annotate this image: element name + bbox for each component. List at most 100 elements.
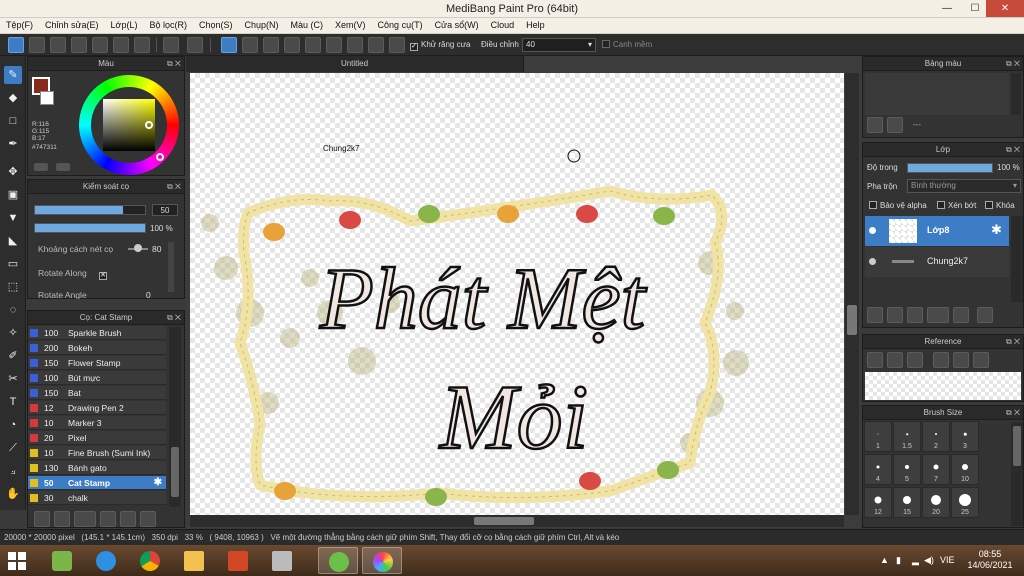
menu-help[interactable]: Help: [520, 18, 551, 33]
snap-off-icon[interactable]: [221, 37, 237, 53]
move-tool-icon[interactable]: ✥: [4, 163, 22, 181]
color-picker-handle[interactable]: [145, 121, 153, 129]
vanish-snap-icon[interactable]: [284, 37, 300, 53]
folder-app[interactable]: [174, 547, 214, 574]
volume-tray-icon[interactable]: ◀): [924, 555, 934, 566]
lock-toggle[interactable]: Khóa: [985, 201, 1015, 210]
brush-list-item[interactable]: 50 Cat Stamp ✱: [28, 476, 166, 490]
eraser-tool-icon[interactable]: ◆: [4, 89, 22, 107]
panel-close-icon[interactable]: ⧉ ✕: [1006, 335, 1020, 349]
brush-size-scrollbar[interactable]: [1011, 422, 1023, 526]
rect-tool-icon[interactable]: □: [4, 112, 22, 130]
menu-view[interactable]: Xem(V): [329, 18, 372, 33]
select-eraser-tool-icon[interactable]: ✂: [4, 370, 22, 388]
hue-picker-handle[interactable]: [156, 153, 164, 161]
zoom-in-icon[interactable]: [933, 352, 949, 368]
copy-icon[interactable]: [140, 511, 156, 527]
panel-close-icon[interactable]: ⧉ ✕: [167, 180, 181, 194]
brush-size-option[interactable]: 10: [951, 454, 979, 485]
powerpoint-app[interactable]: [218, 547, 258, 574]
clipping-toggle[interactable]: Xén bớt: [937, 201, 976, 210]
add-color-icon[interactable]: [56, 163, 70, 171]
comment-icon[interactable]: [50, 37, 66, 53]
brush-list-item[interactable]: 200 Bokeh: [28, 341, 166, 355]
tab-untitled[interactable]: Untitled: [186, 56, 524, 72]
brush-list-item[interactable]: 100 Sparkle Brush: [28, 326, 166, 340]
brush-list-item[interactable]: 130 Bánh gato: [28, 461, 166, 475]
gear-icon[interactable]: ✱: [991, 222, 1002, 238]
menu-layer[interactable]: Lớp(L): [105, 18, 144, 33]
panel-scrollbar[interactable]: [168, 242, 174, 292]
brush-size-option[interactable]: 12: [864, 487, 892, 518]
visibility-icon[interactable]: [869, 258, 876, 265]
brush-size-option[interactable]: 5: [893, 454, 921, 485]
open-folder-icon[interactable]: [887, 352, 903, 368]
bucket-tool-icon[interactable]: ◣: [4, 232, 22, 250]
horizontal-scrollbar[interactable]: [190, 515, 844, 527]
brush-list-item[interactable]: 30 chalk: [28, 491, 166, 505]
panel-close-icon[interactable]: ⧉ ✕: [1006, 143, 1020, 157]
network-app[interactable]: [262, 547, 302, 574]
soft-edge-toggle[interactable]: Canh mềm: [602, 40, 652, 49]
menu-file[interactable]: Tệp(F): [0, 18, 39, 33]
select-pen-tool-icon[interactable]: ✐: [4, 347, 22, 365]
layer-scrollbar[interactable]: [1011, 216, 1023, 302]
add-brush-icon[interactable]: [34, 511, 50, 527]
curve-snap-icon[interactable]: [347, 37, 363, 53]
brush-list-item[interactable]: 10 Marker 3: [28, 416, 166, 430]
spacing-slider[interactable]: [128, 244, 148, 252]
chrome-app[interactable]: [130, 547, 170, 574]
signal-tray-icon[interactable]: ▂: [912, 555, 919, 566]
panel-close-icon[interactable]: ⧉ ✕: [1006, 57, 1020, 71]
folder-icon[interactable]: [953, 307, 969, 323]
eyedropper-icon[interactable]: [34, 163, 48, 171]
brush-tool-icon[interactable]: ✎: [4, 66, 22, 84]
background-color-swatch[interactable]: [40, 91, 54, 105]
layer-opacity-slider[interactable]: [907, 163, 993, 173]
gradient-tool-icon[interactable]: ▭: [4, 255, 22, 273]
brush-size-option[interactable]: 4: [864, 454, 892, 485]
circle-snap-icon[interactable]: [326, 37, 342, 53]
delete-palette-icon[interactable]: [887, 117, 903, 133]
panel-close-icon[interactable]: ⧉ ✕: [167, 311, 181, 325]
brush-size-option[interactable]: 15: [893, 487, 921, 518]
transform-tool-icon[interactable]: ▣: [4, 186, 22, 204]
brush-list-item[interactable]: 150 Bat: [28, 386, 166, 400]
parallel-snap-icon[interactable]: [242, 37, 258, 53]
close-button[interactable]: ✕: [986, 0, 1024, 17]
dot-tool-icon[interactable]: ✒: [4, 135, 22, 153]
menu-capture[interactable]: Chụp(N): [239, 18, 285, 33]
panel-close-icon[interactable]: ⧉ ✕: [1006, 406, 1020, 420]
fit-icon[interactable]: [953, 352, 969, 368]
folder-icon[interactable]: [120, 511, 136, 527]
tray-arrow-icon[interactable]: ▲: [880, 555, 889, 565]
layer-menu-icon[interactable]: [927, 307, 949, 323]
duplicate-layer-icon[interactable]: [977, 307, 993, 323]
maximize-button[interactable]: ☐: [962, 0, 988, 17]
menu-tools[interactable]: Công cụ(T): [372, 18, 429, 33]
new-halftone-layer-icon[interactable]: [887, 307, 903, 323]
palette-swatches[interactable]: [865, 73, 1009, 115]
brush-list-item[interactable]: 20 Pixel: [28, 431, 166, 445]
coccoc-app[interactable]: [318, 547, 358, 574]
balloon-tool-icon[interactable]: ◔: [4, 416, 22, 434]
panel-icon[interactable]: [134, 37, 150, 53]
brush-size-option[interactable]: 7: [922, 454, 950, 485]
antialias-toggle[interactable]: ✓ Khử răng cưa: [410, 40, 470, 51]
divide-tool-icon[interactable]: ⟋: [4, 439, 22, 457]
doc-icon[interactable]: [71, 37, 87, 53]
eyedropper-tool-icon[interactable]: ⟓: [4, 462, 22, 480]
magic-wand-tool-icon[interactable]: ✧: [4, 324, 22, 342]
menu-filter[interactable]: Bộ lọc(R): [143, 18, 193, 33]
new-8bit-layer-icon[interactable]: [907, 307, 923, 323]
select-tool-icon[interactable]: ⬚: [4, 278, 22, 296]
brush-menu-icon[interactable]: [74, 511, 96, 527]
protect-alpha-toggle[interactable]: Bảo vệ alpha: [869, 201, 927, 210]
medibang-app[interactable]: [362, 547, 402, 574]
cloud-icon[interactable]: [8, 37, 24, 53]
vertical-scrollbar[interactable]: [845, 73, 859, 515]
panel-close-icon[interactable]: ⧉ ✕: [167, 57, 181, 71]
palette-scrollbar[interactable]: [1011, 73, 1021, 115]
brush-opacity-slider[interactable]: [34, 223, 146, 233]
brush-list-item[interactable]: 10 Fine Brush (Sumi Ink): [28, 446, 166, 460]
